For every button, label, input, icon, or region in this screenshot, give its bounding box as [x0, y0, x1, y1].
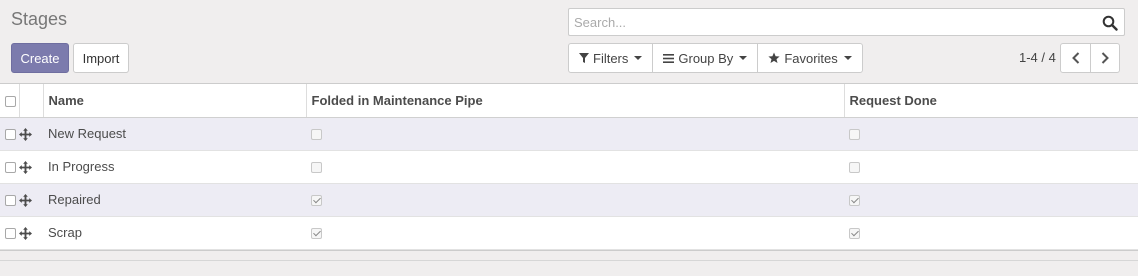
table-row[interactable]: Scrap	[0, 216, 1138, 250]
drag-handle-icon[interactable]	[19, 161, 32, 175]
drag-handle-icon[interactable]	[19, 227, 32, 241]
column-header-name[interactable]: Name	[42, 84, 306, 118]
handle-header	[18, 84, 43, 118]
row-name: In Progress	[43, 150, 306, 184]
filter-icon	[579, 53, 589, 63]
request-done-checkbox	[849, 195, 860, 207]
row-name: Scrap	[43, 216, 306, 250]
drag-handle-icon[interactable]	[19, 128, 32, 142]
group-by-button[interactable]: Group By	[653, 44, 759, 72]
pager-next-button[interactable]	[1090, 44, 1119, 72]
select-all-checkbox[interactable]	[5, 95, 16, 107]
request-done-checkbox	[849, 228, 860, 240]
request-done-checkbox	[849, 129, 860, 141]
column-header-request-done[interactable]: Request Done	[843, 84, 1138, 118]
group-by-label: Group By	[678, 50, 734, 66]
select-all-cell	[0, 84, 19, 118]
folded-checkbox	[311, 228, 322, 240]
row-select-checkbox[interactable]	[5, 162, 16, 174]
search-box	[568, 8, 1125, 36]
list-icon	[663, 53, 675, 63]
table-header-row: Name Folded in Maintenance Pipe Request …	[0, 84, 1138, 118]
caret-down-icon	[739, 56, 748, 60]
search-options: Filters Group By Favorites	[568, 43, 863, 73]
folded-checkbox	[311, 162, 322, 174]
row-select-checkbox[interactable]	[5, 228, 16, 240]
request-done-checkbox	[849, 162, 860, 174]
drag-handle-icon[interactable]	[19, 194, 32, 208]
row-select-checkbox[interactable]	[5, 195, 16, 207]
folded-checkbox	[311, 195, 322, 207]
import-button[interactable]: Import	[73, 43, 129, 73]
table-row[interactable]: New Request	[0, 117, 1138, 151]
pager-value[interactable]: 1-4 / 4	[1019, 50, 1056, 65]
folded-checkbox	[311, 129, 322, 141]
create-button[interactable]: Create	[11, 43, 69, 73]
pager-buttons	[1060, 43, 1120, 73]
chevron-left-icon	[1071, 52, 1079, 64]
footer-divider	[0, 260, 1138, 261]
chevron-right-icon	[1101, 52, 1109, 64]
pager-previous-button[interactable]	[1061, 44, 1090, 72]
favorites-button[interactable]: Favorites	[758, 44, 861, 72]
search-icon[interactable]	[1102, 15, 1118, 31]
filters-label: Filters	[593, 50, 629, 66]
table-row[interactable]: Repaired	[0, 183, 1138, 217]
row-name: Repaired	[43, 183, 306, 217]
star-icon	[768, 52, 780, 63]
table-row[interactable]: In Progress	[0, 150, 1138, 184]
row-select-checkbox[interactable]	[5, 129, 16, 141]
search-input[interactable]	[569, 9, 1089, 35]
favorites-label: Favorites	[784, 50, 838, 66]
row-name: New Request	[43, 117, 306, 151]
filters-button[interactable]: Filters	[569, 44, 654, 72]
stages-table: Name Folded in Maintenance Pipe Request …	[0, 83, 1138, 251]
page-title: Stages	[11, 9, 68, 29]
caret-down-icon	[634, 56, 643, 60]
caret-down-icon	[843, 56, 852, 60]
column-header-folded[interactable]: Folded in Maintenance Pipe	[305, 84, 844, 118]
